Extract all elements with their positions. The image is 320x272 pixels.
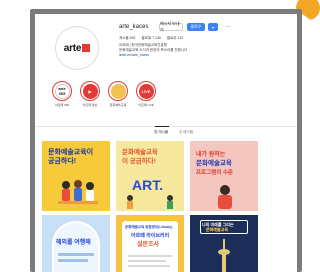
- decorative-line: [58, 259, 88, 262]
- highlight-label: 아르떼 365: [54, 103, 70, 107]
- post-title-line: 문화예술교육: [122, 149, 158, 156]
- people-illustration: [58, 180, 98, 204]
- post-title-line: 문화예술교육이: [48, 149, 94, 156]
- message-button[interactable]: 메시지 보내기: [159, 21, 183, 32]
- post-title-line: 내가 원하는: [196, 152, 226, 158]
- post-title-line: 해외를 여행해: [56, 240, 91, 246]
- tab-tagged[interactable]: ◫ 태그됨: [179, 130, 193, 135]
- post-title-line: 문화예술교육: [196, 160, 232, 167]
- tab-tagged-label: 태그됨: [183, 130, 193, 134]
- profile-avatar[interactable]: arte: [55, 26, 99, 70]
- highlight-ring: LIVE: [136, 81, 156, 101]
- play-icon: ▶: [82, 83, 98, 99]
- post-thumbnail[interactable]: 문화예술교육이 궁금하다!: [42, 141, 110, 211]
- post-title-line: 프로그램의 수준: [196, 170, 233, 176]
- chevron-down-icon: ▾: [211, 24, 214, 30]
- posts-count: 게시물 492: [119, 36, 136, 40]
- post-title-line: 아르떼 라이브러리: [131, 233, 170, 239]
- highlight-cover: arte 365: [54, 83, 70, 99]
- screenshot-stage: arte arte_kaces 메시지 보내기 팔로우 ▾ ··· 게시물 49…: [0, 0, 320, 272]
- profile-username: arte_kaces: [119, 24, 149, 30]
- more-options-button[interactable]: ···: [223, 23, 233, 31]
- tab-posts[interactable]: ▦ 게시물: [154, 130, 168, 135]
- decorative-line: [128, 260, 166, 262]
- post-title-line: 이 궁금하다!: [122, 158, 156, 165]
- profile-bio: 아르떼 | 한국문화예술교육진흥원 문화예술교육 소식과 현장의 목소리를 전합…: [119, 43, 239, 58]
- highlight-ring: [108, 81, 128, 101]
- post-thumbnail[interactable]: 나의 미래를 그리는 문화예술교육: [190, 215, 258, 272]
- decorative-line: [128, 265, 170, 267]
- post-thumbnail[interactable]: 내가 원하는 문화예술교육 프로그램의 수준: [190, 141, 258, 211]
- avatar-logo-mark: [82, 44, 91, 52]
- decorative-line: [128, 255, 172, 257]
- following-count[interactable]: 팔로우 112: [167, 36, 183, 41]
- post-title-line: 문화예술교육 종합정보(Library): [125, 225, 173, 229]
- highlight-item[interactable]: ▶ 아르떼 영상: [79, 81, 101, 107]
- live-icon: LIVE: [138, 83, 154, 99]
- avatar-logo-text: arte: [63, 42, 82, 54]
- decorative-line: [58, 253, 94, 256]
- highlight-item[interactable]: 문화예술교육: [107, 81, 129, 107]
- active-tab-indicator: [155, 126, 169, 127]
- post-thumbnail[interactable]: 문화예술교육 종합정보(Library) 아르떼 라이브러리 설문조사: [116, 215, 184, 272]
- post-thumbnail[interactable]: 해외를 여행해: [42, 215, 110, 272]
- highlight-label: 아르떼 영상: [82, 103, 98, 107]
- highlight-ring: ▶: [80, 81, 100, 101]
- highlight-item[interactable]: LIVE 아르떼 LIVE: [135, 81, 157, 107]
- highlight-cover: [110, 83, 126, 99]
- post-art-text: ART.: [132, 177, 164, 193]
- profile-stats: 게시물 492 팔로워 7,130 팔로우 112: [119, 36, 183, 41]
- tower-illustration: [218, 239, 230, 272]
- post-title-line: 문화예술교육: [206, 227, 229, 232]
- highlight-label: 아르떼 LIVE: [138, 103, 154, 107]
- post-title-line: 설문조사: [137, 242, 160, 248]
- post-title-line: 궁금하다!: [48, 158, 77, 165]
- bio-link[interactable]: linktr.ee/arte_kaces: [119, 53, 239, 58]
- highlight-ring: arte 365: [52, 81, 72, 101]
- highlight-label: 문화예술교육: [109, 103, 127, 107]
- followers-count[interactable]: 팔로워 7,130: [141, 36, 160, 41]
- suggested-accounts-button[interactable]: ▾: [208, 23, 218, 31]
- follow-button[interactable]: 팔로우: [187, 23, 205, 31]
- instagram-profile-screen: arte arte_kaces 메시지 보내기 팔로우 ▾ ··· 게시물 49…: [35, 14, 297, 272]
- highlight-item[interactable]: arte 365 아르떼 365: [51, 81, 73, 107]
- tab-posts-label: 게시물: [158, 130, 169, 134]
- person-illustration: [218, 185, 232, 209]
- post-thumbnail[interactable]: 문화예술교육 이 궁금하다! ART.: [116, 141, 184, 211]
- people-illustration: [127, 195, 173, 209]
